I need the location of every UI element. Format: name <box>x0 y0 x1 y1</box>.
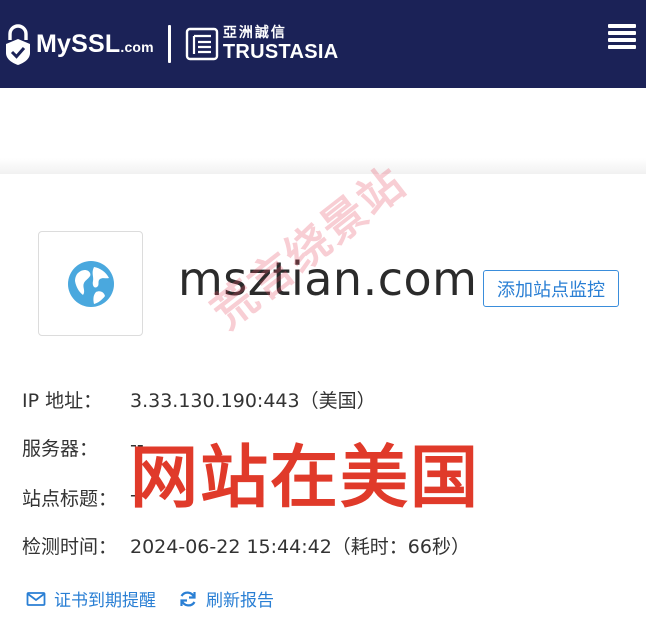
annotation-caption: 网站在美国 <box>130 438 481 518</box>
report-actions: 证书到期提醒 刷新报告 <box>26 586 274 611</box>
brand-name: MySSL.com <box>36 29 154 58</box>
envelope-icon <box>26 591 46 606</box>
refresh-report-link[interactable]: 刷新报告 <box>178 586 274 611</box>
check-time-label: 检测时间： <box>22 536 118 558</box>
site-title-label: 站点标题： <box>22 488 118 510</box>
padlock-check-icon <box>6 24 30 65</box>
refresh-report-label: 刷新报告 <box>206 591 274 611</box>
server-row: 服务器： -- <box>22 434 144 461</box>
globe-icon <box>67 260 114 307</box>
brand-logo[interactable]: MySSL.com 亞洲誠信 TRUSTASIA <box>0 18 339 70</box>
check-time-row: 检测时间： 2024-06-22 15:44:42（耗时：66秒） <box>22 532 470 559</box>
brand-divider <box>167 25 171 63</box>
expiry-reminder-link[interactable]: 证书到期提醒 <box>26 586 156 611</box>
trustasia-cn: 亞洲誠信 <box>222 25 287 41</box>
add-monitor-button[interactable]: 添加站点监控 <box>483 270 619 307</box>
section-divider <box>0 158 646 174</box>
check-time-value: 2024-06-22 15:44:42（耗时：66秒） <box>130 536 470 558</box>
expiry-reminder-label: 证书到期提醒 <box>54 591 156 611</box>
hamburger-icon[interactable] <box>608 24 636 52</box>
trustasia-logo-icon <box>185 27 219 61</box>
watermark: 荒言绕景站 <box>202 157 416 339</box>
top-header: MySSL.com 亞洲誠信 TRUSTASIA <box>0 0 646 88</box>
site-title-row: 站点标题： -- <box>22 484 144 511</box>
ip-row: IP 地址： 3.33.130.190:443（美国） <box>22 386 376 413</box>
refresh-icon <box>180 591 196 606</box>
server-label: 服务器： <box>22 438 99 460</box>
ip-label: IP 地址： <box>22 390 103 412</box>
trustasia-en: TRUSTASIA <box>222 41 339 63</box>
site-favicon-box <box>38 231 143 336</box>
trustasia-wordmark: 亞洲誠信 TRUSTASIA <box>223 26 339 62</box>
ip-value: 3.33.130.190:443（美国） <box>130 390 376 412</box>
